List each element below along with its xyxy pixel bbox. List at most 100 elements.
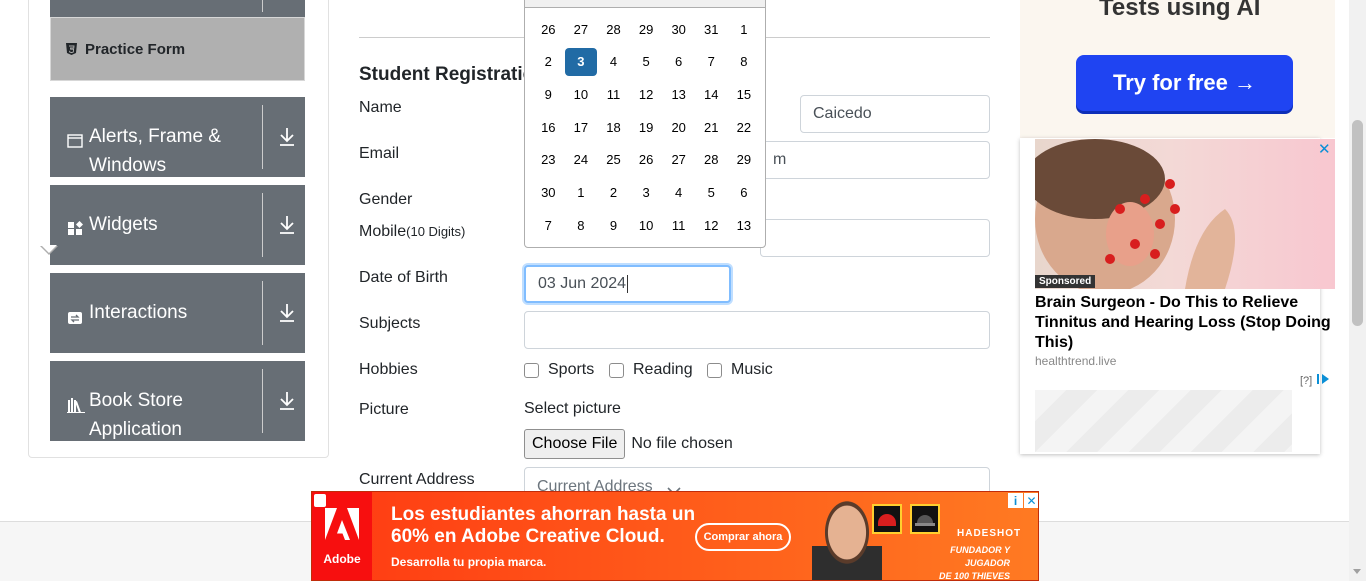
datepicker-day[interactable]: 12 [695, 211, 728, 239]
sidebar-item-practice-form[interactable]: Practice Form [50, 17, 305, 81]
ad-image[interactable] [1035, 139, 1335, 289]
email-input[interactable]: m [760, 141, 990, 179]
ad-headline[interactable]: Brain Surgeon - Do This to Relieve Tinni… [1035, 293, 1335, 353]
email-label: Email [359, 145, 400, 162]
sidebar-group-widgets[interactable]: Widgets [50, 185, 305, 265]
datepicker-day[interactable]: 6 [662, 48, 695, 76]
sidebar-group-book-store[interactable]: Book Store Application [50, 361, 305, 441]
datepicker-day[interactable]: 20 [662, 113, 695, 141]
datepicker-day[interactable]: 6 [728, 178, 761, 206]
datepicker-day[interactable]: 13 [662, 80, 695, 108]
datepicker-day[interactable]: 2 [532, 48, 565, 76]
datepicker-day[interactable]: 9 [597, 211, 630, 239]
datepicker-day[interactable]: 9 [532, 80, 565, 108]
sidebar-group-alerts[interactable]: Alerts, Frame & Windows [50, 97, 305, 177]
adchoices-icon [1316, 373, 1330, 388]
datepicker-day[interactable]: 8 [728, 48, 761, 76]
datepicker-day[interactable]: 28 [597, 15, 630, 43]
datepicker-day[interactable]: 10 [630, 211, 663, 239]
datepicker-day[interactable]: 22 [728, 113, 761, 141]
datepicker-day[interactable]: 12 [630, 80, 663, 108]
datepicker-day[interactable]: 4 [662, 178, 695, 206]
dob-label: Date of Birth [359, 269, 448, 286]
close-icon[interactable]: ✕ [1318, 140, 1331, 158]
datepicker-day[interactable]: 1 [565, 178, 598, 206]
datepicker-day[interactable]: 5 [695, 178, 728, 206]
comprar-ahora-button[interactable]: Comprar ahora [695, 523, 791, 551]
download-arrow-icon[interactable] [276, 389, 298, 413]
datepicker-day[interactable]: 24 [565, 146, 598, 174]
close-icon[interactable]: ✕ [1024, 493, 1038, 508]
subjects-input[interactable] [524, 311, 990, 349]
try-for-free-button[interactable]: Try for free → [1076, 55, 1293, 111]
hobby-reading[interactable]: Reading [609, 361, 693, 379]
datepicker-day[interactable]: 8 [565, 211, 598, 239]
download-arrow-icon[interactable] [276, 301, 298, 325]
datepicker-week: 9 10 11 12 13 14 15 [532, 80, 760, 113]
mobile-input[interactable] [760, 219, 990, 257]
ad-info-label: [?] [1300, 374, 1313, 387]
datepicker-day[interactable]: 17 [565, 113, 598, 141]
datepicker-day[interactable]: 10 [565, 80, 598, 108]
datepicker-day[interactable]: 26 [630, 146, 663, 174]
datepicker-day[interactable]: 4 [597, 48, 630, 76]
checkbox[interactable] [524, 362, 539, 378]
datepicker-day[interactable]: 27 [565, 15, 598, 43]
datepicker-day[interactable]: 2 [597, 178, 630, 206]
scrollbar-thumb[interactable] [1352, 120, 1363, 326]
datepicker-day[interactable]: 29 [728, 146, 761, 174]
datepicker-day[interactable]: 7 [695, 48, 728, 76]
datepicker-day[interactable]: 15 [728, 80, 761, 108]
datepicker-day[interactable]: 30 [532, 178, 565, 206]
datepicker-day[interactable]: 7 [532, 211, 565, 239]
dob-input[interactable]: 03 Jun 2024 [524, 265, 731, 303]
checkbox[interactable] [707, 362, 722, 378]
datepicker-day[interactable]: 11 [662, 211, 695, 239]
sidebar-group-interactions[interactable]: Interactions [50, 273, 305, 353]
datepicker-day[interactable]: 13 [728, 211, 761, 239]
adobe-a-icon [324, 508, 360, 546]
datepicker-day[interactable]: 19 [630, 113, 663, 141]
datepicker-day[interactable]: 26 [532, 15, 565, 43]
datepicker-week: 16 17 18 19 20 21 22 [532, 113, 760, 146]
choose-file-button[interactable]: Choose File [524, 429, 626, 459]
download-arrow-icon[interactable] [276, 125, 298, 149]
datepicker-day[interactable]: 29 [630, 15, 663, 43]
bottom-ad-headline: Los estudiantes ahorran hasta un 60% en A… [391, 504, 695, 548]
hobby-music[interactable]: Music [707, 361, 773, 379]
datepicker-day[interactable]: 14 [695, 80, 728, 108]
datepicker-week: 7 8 9 10 11 12 13 [532, 211, 760, 244]
datepicker-day[interactable]: 3 [630, 178, 663, 206]
datepicker-day-selected[interactable]: 3 [564, 47, 598, 76]
ad-info[interactable]: [?] [1300, 373, 1330, 388]
books-icon [67, 393, 85, 413]
datepicker-day[interactable]: 16 [532, 113, 565, 141]
datepicker-day[interactable]: 1 [728, 15, 761, 43]
datepicker-day[interactable]: 27 [662, 146, 695, 174]
sidebar-group-forms[interactable] [50, 0, 305, 17]
ad-info-icon[interactable]: i [1008, 493, 1023, 508]
name-label: Name [359, 99, 402, 116]
datepicker-day[interactable]: 31 [695, 15, 728, 43]
download-arrow-icon[interactable] [276, 213, 298, 237]
scroll-down-icon[interactable] [1353, 569, 1361, 574]
bottom-ad-subtitle: Desarrolla tu propia marca. [391, 555, 547, 569]
datepicker-day[interactable]: 21 [695, 113, 728, 141]
mobile-label: Mobile(10 Digits) [359, 223, 465, 241]
mobile-hint: (10 Digits) [406, 224, 466, 239]
datepicker-day[interactable]: 18 [597, 113, 630, 141]
datepicker-day[interactable]: 23 [532, 146, 565, 174]
datepicker-day[interactable]: 11 [597, 80, 630, 108]
sidebar-item-label: Practice Form [85, 40, 186, 58]
last-name-input[interactable]: Caicedo [800, 95, 990, 133]
datepicker-day[interactable]: 5 [630, 48, 663, 76]
datepicker-pointer-inner [41, 245, 57, 253]
hobby-sports[interactable]: Sports [524, 361, 594, 379]
bottom-banner-ad[interactable]: Adobe Los estudiantes ahorran hasta un 60… [311, 491, 1039, 581]
datepicker-day[interactable]: 28 [695, 146, 728, 174]
datepicker-month: 26 27 28 29 30 31 1 2 3 4 5 6 7 8 9 10 11 12 13 14 15 16 17 18 1… [532, 15, 760, 244]
checkbox[interactable] [609, 362, 624, 378]
ad-source[interactable]: healthtrend.live [1035, 354, 1116, 368]
datepicker-day[interactable]: 25 [597, 146, 630, 174]
datepicker-day[interactable]: 30 [662, 15, 695, 43]
